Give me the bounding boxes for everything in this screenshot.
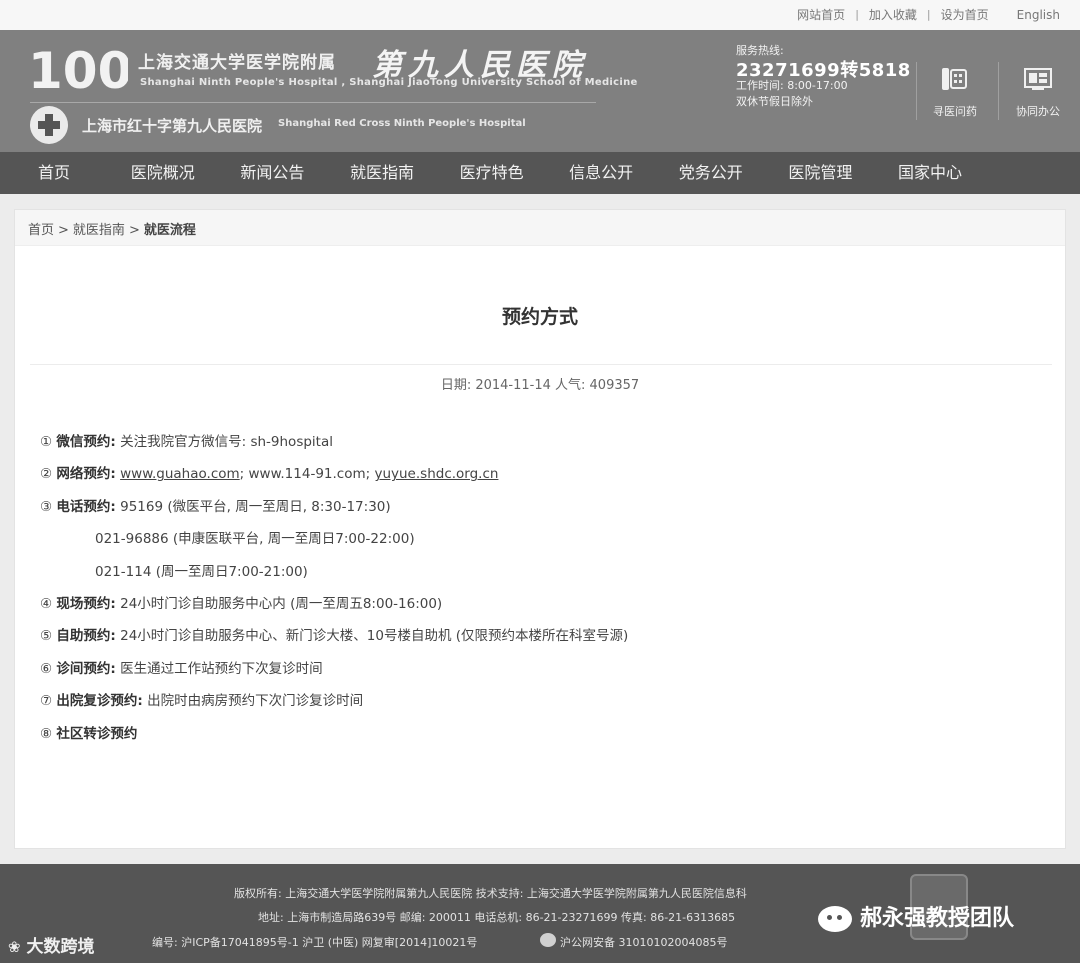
red-cross-hospital-english: Shanghai Red Cross Ninth People's Hospit… xyxy=(278,118,526,129)
item-number: ⑥ xyxy=(40,660,53,677)
breadcrumb-separator: > xyxy=(128,223,140,238)
article-meta: 日期: 2014-11-14 人气: 409357 xyxy=(440,378,640,393)
guahao-link[interactable]: www.guahao.com xyxy=(120,466,240,482)
item-label: 现场预约: xyxy=(56,595,116,612)
watermark-logo-icon: ❀ xyxy=(8,938,21,956)
item-label: 出院复诊预约: xyxy=(56,693,143,710)
list-item: ⑤ 自助预约: 24小时门诊自助服务中心、新门诊大楼、10号楼自助机 (仅限预约… xyxy=(40,624,628,656)
item-number: ⑤ xyxy=(40,628,53,645)
article-title: 预约方式 xyxy=(501,306,578,328)
nav-item-guide[interactable]: 就医指南 xyxy=(327,152,437,194)
breadcrumb-separator: > xyxy=(58,223,69,238)
item-label: 诊间预约: xyxy=(56,660,116,677)
nav-item-home[interactable]: 首页 xyxy=(0,152,108,194)
find-doctor-label: 寻医问药 xyxy=(933,105,977,118)
phone-icon xyxy=(942,68,967,90)
item-text: 出院时由病房预约下次门诊复诊时间 xyxy=(147,693,364,710)
list-item: ④ 现场预约: 24小时门诊自助服务中心内 (周一至周五8:00-16:00) xyxy=(40,592,628,624)
hotline-hours: 工作时间: 8:00-17:00 xyxy=(736,79,848,92)
link-add-favorite[interactable]: 加入收藏 xyxy=(859,6,927,23)
watermark-right: 郝永强教授团队 xyxy=(818,900,1014,932)
breadcrumb-home[interactable]: 首页 xyxy=(28,223,54,238)
main-nav: 首页 医院概况 新闻公告 就医指南 医疗特色 信息公开 党务公开 医院管理 国家… xyxy=(0,152,1080,194)
find-doctor-button[interactable]: 寻医问药 xyxy=(920,60,990,120)
item-text: 24小时门诊自助服务中心内 (周一至周五8:00-16:00) xyxy=(120,595,443,612)
logo-divider xyxy=(30,102,596,103)
item-text: 医生通过工作站预约下次复诊时间 xyxy=(120,660,323,677)
list-item: ① 微信预约: 关注我院官方微信号: sh-9hospital xyxy=(40,430,628,462)
nav-item-national-center[interactable]: 国家中心 xyxy=(875,152,985,194)
hospital-english-name: Shanghai Ninth People's Hospital , Shang… xyxy=(140,77,638,88)
list-item: ③ 电话预约: 95169 (微医平台, 周一至周日, 8:30-17:30) xyxy=(40,495,628,527)
list-item: 021-114 (周一至周日7:00-21:00) xyxy=(40,560,628,592)
item-number: ③ xyxy=(40,498,53,515)
header-divider xyxy=(998,62,999,120)
watermark-left-text: 大数跨境 xyxy=(26,937,95,957)
nav-item-news[interactable]: 新闻公告 xyxy=(218,152,328,194)
item-label: 自助预约: xyxy=(56,628,116,645)
hospital-affiliation-name: 上海交通大学医学院附属 xyxy=(138,53,336,73)
link-set-homepage[interactable]: 设为首页 xyxy=(931,6,999,23)
item-number: ② xyxy=(40,466,53,483)
nav-item-disclosure[interactable]: 信息公开 xyxy=(546,152,656,194)
breadcrumb-guide[interactable]: 就医指南 xyxy=(73,223,125,238)
link-english[interactable]: English xyxy=(1007,8,1070,22)
nav-item-about[interactable]: 医院概况 xyxy=(108,152,218,194)
item-text: 021-96886 (申康医联平台, 周一至周日7:00-22:00) xyxy=(95,531,415,548)
footer-address: 地址: 上海市制造局路639号 邮编: 200011 电话总机: 86-21-2… xyxy=(258,911,736,924)
item-label: 微信预约: xyxy=(56,434,116,450)
red-cross-icon xyxy=(30,106,68,144)
list-item: ⑧ 社区转诊预约 xyxy=(40,722,628,754)
watermark-right-text: 郝永强教授团队 xyxy=(860,906,1015,931)
hotline-holiday-note: 双休节假日除外 xyxy=(736,95,813,108)
item-label: 电话预约: xyxy=(56,498,116,515)
list-item: ⑥ 诊间预约: 医生通过工作站预约下次复诊时间 xyxy=(40,657,628,689)
breadcrumb: 首页 > 就医指南 > 就医流程 xyxy=(15,210,1065,246)
item-text: 24小时门诊自助服务中心、新门诊大楼、10号楼自助机 (仅限预约本楼所在科室号源… xyxy=(120,628,629,645)
appointment-list: ① 微信预约: 关注我院官方微信号: sh-9hospital ② 网络预约: … xyxy=(40,430,628,754)
item-label: 网络预约: xyxy=(56,466,116,483)
nav-item-management[interactable]: 医院管理 xyxy=(766,152,876,194)
item-number: ① xyxy=(40,434,53,450)
list-item: ⑦ 出院复诊预约: 出院时由病房预约下次门诊复诊时间 xyxy=(40,689,628,721)
site-header: 100 上海交通大学医学院附属 第九人民医院 Shanghai Ninth Pe… xyxy=(0,30,1080,152)
wechat-icon xyxy=(818,906,852,932)
shdc-link[interactable]: yuyue.shdc.org.cn xyxy=(374,466,498,482)
breadcrumb-current: 就医流程 xyxy=(143,223,196,238)
item-number: ⑦ xyxy=(40,693,53,710)
site-footer: 版权所有: 上海交通大学医学院附属第九人民医院 技术支持: 上海交通大学医学院附… xyxy=(0,864,1080,963)
nav-item-specialties[interactable]: 医疗特色 xyxy=(437,152,547,194)
centennial-logo-icon: 100 xyxy=(28,42,128,100)
title-divider xyxy=(30,364,1052,365)
police-badge-icon xyxy=(540,933,556,947)
item-label: 社区转诊预约 xyxy=(56,725,138,742)
item-number: ⑧ xyxy=(40,725,53,742)
top-utility-bar: 网站首页 | 加入收藏 | 设为首页 English xyxy=(0,0,1080,30)
office-icon xyxy=(1024,68,1052,90)
item-text: 021-114 (周一至周日7:00-21:00) xyxy=(95,563,308,580)
item-number: ④ xyxy=(40,595,53,612)
top-links: 网站首页 | 加入收藏 | 设为首页 English xyxy=(787,6,1070,23)
office-button[interactable]: 协同办公 xyxy=(1003,60,1073,120)
office-label: 协同办公 xyxy=(1016,105,1060,118)
link-home[interactable]: 网站首页 xyxy=(787,6,855,23)
footer-copyright: 版权所有: 上海交通大学医学院附属第九人民医院 技术支持: 上海交通大学医学院附… xyxy=(234,887,747,900)
list-item: 021-96886 (申康医联平台, 周一至周日7:00-22:00) xyxy=(40,527,628,559)
red-cross-hospital-name: 上海市红十字第九人民医院 xyxy=(82,117,263,135)
list-item: ② 网络预约: www.guahao.com; www.114-91.com; … xyxy=(40,462,628,494)
header-divider xyxy=(916,62,917,120)
footer-police-record: 沪公网安备 31010102004085号 xyxy=(560,936,728,949)
footer-icp: 编号: 沪ICP备17041895号-1 沪卫 (中医) 网复审[2014]10… xyxy=(152,936,478,949)
nav-item-party[interactable]: 党务公开 xyxy=(656,152,766,194)
item-text: 关注我院官方微信号: sh-9hospital xyxy=(120,434,333,450)
item-text: 95169 (微医平台, 周一至周日, 8:30-17:30) xyxy=(120,498,391,515)
content-panel: 首页 > 就医指南 > 就医流程 预约方式 日期: 2014-11-14 人气: 409… xyxy=(14,209,1066,849)
svg-text:100: 100 xyxy=(28,42,128,100)
watermark-left: ❀ 大数跨境 xyxy=(8,932,95,957)
item-text: ; www.114-91.com; xyxy=(239,466,375,483)
